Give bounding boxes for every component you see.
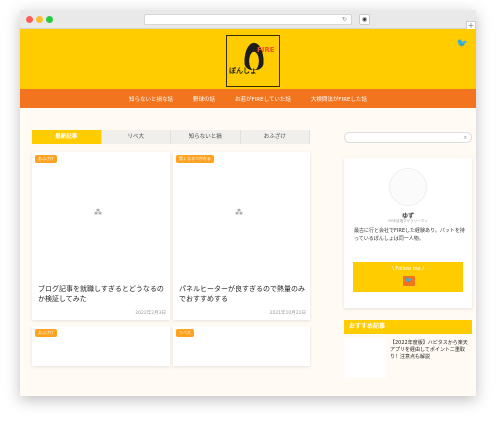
- profile-widget: ゆず FIRE目指すサラリーマン 最古に行と会社でFIREした経験あり。パットを…: [344, 158, 472, 308]
- recommended-thumbnail[interactable]: [344, 338, 386, 378]
- site-header: FIRE ぽんしょ 🐦: [20, 29, 476, 89]
- minimize-window-button[interactable]: [36, 16, 43, 23]
- recommended-item[interactable]: 【2022年度版】ハピタスから楽天アプリを経由してポイント二重取り！注意点も解説: [344, 338, 472, 378]
- tab-latest[interactable]: 最新記事: [32, 130, 102, 144]
- tab-ribedai[interactable]: リベ大: [101, 130, 171, 144]
- profile-subtitle: FIRE目指すサラリーマン: [388, 219, 428, 223]
- search-icon[interactable]: ⌕: [464, 134, 467, 142]
- nav-item-1[interactable]: 知らないと損な話: [129, 95, 173, 103]
- follow-label: \ Follow me /: [392, 266, 424, 272]
- nav-item-2[interactable]: 野球の話: [193, 95, 215, 103]
- avatar: [389, 168, 427, 206]
- category-badge: おふざけ: [35, 329, 57, 337]
- recommended-title[interactable]: 【2022年度版】ハピタスから楽天アプリを経由してポイント二重取り！注意点も解説: [390, 340, 472, 361]
- category-badge: リベ大: [176, 329, 194, 337]
- browser-chrome: ↻ ◉: [20, 10, 476, 29]
- profile-description: 最古に行と会社でFIREした経験あり。パットを持っているぽんしょは同一人物。: [354, 228, 465, 242]
- browser-window: ↻ ◉ + FIRE ぽんしょ 🐦 知らないと損な話 野球の話 お若がFIREし…: [20, 10, 476, 396]
- loading-spinner-icon: ⁂: [94, 208, 102, 217]
- address-bar[interactable]: ↻: [144, 14, 352, 25]
- card-date: 2022年2月3日: [135, 311, 166, 316]
- logo-fire-text: FIRE: [257, 46, 275, 54]
- nav-item-3[interactable]: お若がFIREしていた話: [235, 95, 291, 103]
- tab-shiranai[interactable]: 知らないと損: [171, 130, 241, 144]
- twitter-icon[interactable]: 🐦: [457, 39, 468, 49]
- maximize-window-button[interactable]: [46, 16, 53, 23]
- tab-ofuzake[interactable]: おふざけ: [240, 130, 310, 144]
- reload-icon[interactable]: ↻: [342, 16, 347, 24]
- logo-main-text: ぽんしょ: [229, 67, 257, 75]
- search-input[interactable]: ⌕: [344, 132, 472, 143]
- category-badge: おふざけ: [35, 155, 57, 163]
- article-card[interactable]: 賢くなるつかれる ⁂ パネルヒーターが良すぎるので熱量のみでおすすめする 202…: [173, 152, 310, 320]
- card-date: 2021年10月22日: [269, 311, 306, 316]
- loading-spinner-icon: ⁂: [235, 208, 243, 217]
- category-badge: 賢くなるつかれる: [176, 155, 214, 163]
- shield-icon[interactable]: ◉: [359, 14, 370, 25]
- article-card[interactable]: おふざけ ⁂ ブログ記事を就職しすぎるとどうなるのか検証してみた 2022年2月…: [32, 152, 170, 320]
- follow-box: \ Follow me / 🐦: [353, 262, 463, 292]
- global-nav: 知らないと損な話 野球の話 お若がFIREしていた話 大検問法がFIREした話: [20, 89, 476, 108]
- card-title[interactable]: ブログ記事を就職しすぎるとどうなるのか検証してみた: [38, 284, 166, 304]
- recommended-heading: おすすめ記事: [344, 320, 472, 334]
- twitter-icon[interactable]: 🐦: [403, 276, 415, 286]
- nav-item-4[interactable]: 大検問法がFIREした話: [311, 95, 367, 103]
- site-logo[interactable]: FIRE ぽんしょ: [226, 35, 280, 87]
- close-window-button[interactable]: [26, 16, 33, 23]
- article-card[interactable]: リベ大: [173, 326, 310, 366]
- category-tabs: 最新記事 リベ大 知らないと損 おふざけ: [32, 130, 310, 144]
- article-card[interactable]: おふざけ: [32, 326, 170, 366]
- card-title[interactable]: パネルヒーターが良すぎるので熱量のみでおすすめする: [179, 284, 307, 304]
